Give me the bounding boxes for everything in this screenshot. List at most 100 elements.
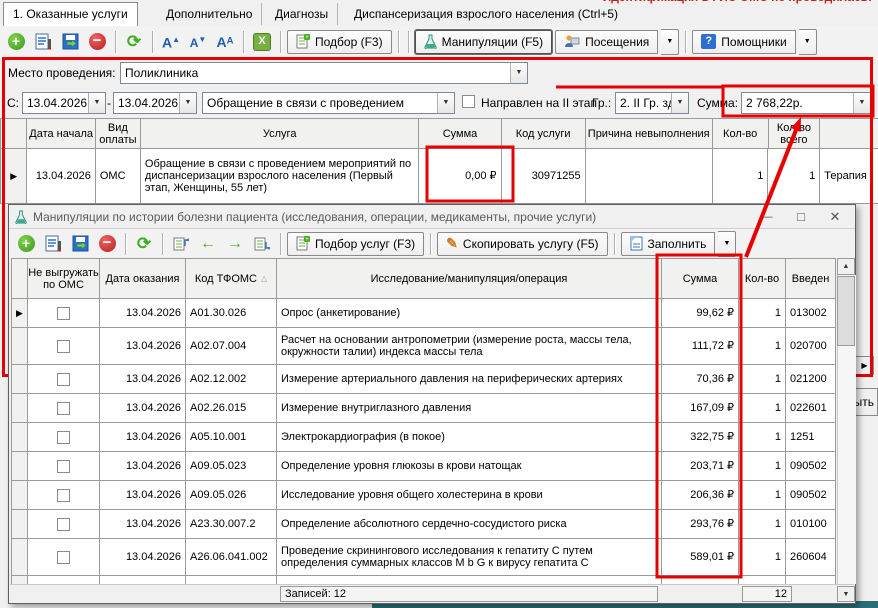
font-decrease-icon[interactable]: A▼	[186, 30, 210, 54]
no-export-cell[interactable]	[28, 423, 100, 452]
move-first-icon[interactable]	[169, 232, 193, 256]
no-export-checkbox[interactable]	[57, 431, 70, 444]
col-header-name[interactable]: Исследование/манипуляция/операция	[277, 259, 662, 299]
hscroll-right-button[interactable]: ▶	[855, 356, 874, 375]
col-header-service[interactable]: Услуга	[141, 119, 420, 149]
no-export-cell[interactable]	[28, 299, 100, 328]
minimize-button[interactable]: —	[753, 207, 781, 226]
no-export-cell[interactable]	[28, 365, 100, 394]
col-header-payment[interactable]: Вид оплаты	[96, 119, 141, 149]
col-header-entered[interactable]: Введен	[786, 259, 836, 299]
services-table: Дата начала Вид оплаты Услуга Сумма Код …	[0, 118, 878, 204]
col-header-no-export[interactable]: Не выгружать по ОМС	[28, 259, 100, 299]
chevron-down-icon[interactable]: ▼	[671, 93, 688, 113]
move-up-icon[interactable]: ←	[196, 232, 220, 256]
fill-button[interactable]: Заполнить	[621, 232, 716, 256]
fill-dropdown[interactable]: ▼	[718, 231, 736, 257]
no-export-checkbox[interactable]	[57, 551, 70, 564]
table-row[interactable]: 13.04.2026A23.30.007.2Определение абсолю…	[12, 510, 836, 539]
remove-icon[interactable]: −	[95, 232, 119, 256]
no-export-checkbox[interactable]	[57, 402, 70, 415]
col-header-date[interactable]: Дата оказания	[100, 259, 186, 299]
chevron-down-icon[interactable]: ▼	[853, 93, 870, 113]
date-from-combo[interactable]: 13.04.2026 ▼	[22, 92, 106, 114]
vscroll-thumb[interactable]	[837, 276, 855, 346]
table-row[interactable]: ▶13.04.2026A01.30.026Опрос (анкетировани…	[12, 299, 836, 328]
font-reset-icon[interactable]: Aᴬ	[213, 30, 237, 54]
save-icon[interactable]	[58, 30, 82, 54]
col-header-department[interactable]	[820, 119, 878, 149]
no-export-checkbox[interactable]	[57, 460, 70, 473]
chevron-down-icon[interactable]: ▼	[88, 93, 105, 113]
table-row[interactable]: 13.04.2026A26.06.041.002Проведение скрин…	[12, 539, 836, 576]
vscroll-up-button[interactable]: ▲	[837, 258, 855, 275]
no-export-cell[interactable]	[28, 452, 100, 481]
visits-button[interactable]: Посещения	[555, 30, 658, 54]
tab-services[interactable]: 1. Оказанные услуги	[3, 2, 138, 27]
copy-service-button[interactable]: ✎ Скопировать услугу (F5)	[437, 232, 607, 256]
no-export-checkbox[interactable]	[57, 307, 70, 320]
col-header-code[interactable]: Код ТФОМС△	[186, 259, 277, 299]
manipulations-button[interactable]: Манипуляции (F5)	[415, 30, 552, 54]
font-increase-icon[interactable]: A▲	[159, 30, 183, 54]
col-header-sum[interactable]: Сумма	[419, 119, 501, 149]
referred-checkbox[interactable]	[462, 95, 475, 108]
dialog-status-bar: Записей: 12 12 ▼	[10, 584, 854, 603]
no-export-cell[interactable]	[28, 394, 100, 423]
table-row[interactable]: 13.04.2026A02.07.004Расчет на основании …	[12, 328, 836, 365]
helpers-button[interactable]: ? Помощники	[692, 30, 795, 54]
col-header-sum[interactable]: Сумма	[662, 259, 739, 299]
no-export-checkbox[interactable]	[57, 340, 70, 353]
close-button[interactable]: ✕	[821, 207, 849, 226]
table-row[interactable]: 13.04.2026A09.05.023Определение уровня г…	[12, 452, 836, 481]
edit-record-icon[interactable]	[31, 30, 55, 54]
no-export-cell[interactable]	[28, 481, 100, 510]
no-export-cell[interactable]	[28, 539, 100, 576]
table-row[interactable]: ▶ 13.04.2026 ОМС Обращение в связи с про…	[1, 149, 878, 204]
chevron-down-icon[interactable]: ▼	[179, 93, 196, 113]
visits-dropdown[interactable]: ▼	[661, 29, 679, 55]
sum-combo[interactable]: 2 768,22р. ▼	[741, 92, 871, 114]
col-header-code[interactable]: Код услуги	[502, 119, 586, 149]
reason-combo[interactable]: Обращение в связи с проведением ▼	[202, 92, 455, 114]
col-header-qty[interactable]: Кол-во	[739, 259, 786, 299]
col-header-date[interactable]: Дата начала	[27, 119, 95, 149]
col-header-qty[interactable]: Кол-во	[713, 119, 769, 149]
refresh-icon[interactable]: ⟳	[132, 232, 156, 256]
dialog-title-bar[interactable]: Манипуляции по истории болезни пациента …	[9, 205, 855, 229]
move-down-icon[interactable]: →	[223, 232, 247, 256]
podbor-button[interactable]: + Подбор (F3)	[287, 30, 392, 54]
place-combo[interactable]: Поликлиника ▼	[120, 62, 528, 84]
no-export-cell[interactable]	[28, 510, 100, 539]
table-row[interactable]: 13.04.2026A09.05.026Исследование уровня …	[12, 481, 836, 510]
no-export-checkbox[interactable]	[57, 373, 70, 386]
remove-icon[interactable]: −	[85, 30, 109, 54]
col-header-reason[interactable]: Причина невыполнения	[586, 119, 713, 149]
row-selector: ▶	[12, 299, 28, 328]
refresh-icon[interactable]: ⟳	[122, 30, 146, 54]
no-export-checkbox[interactable]	[57, 489, 70, 502]
podbor-uslug-button[interactable]: + Подбор услуг (F3)	[287, 232, 424, 256]
tab-additional[interactable]: Дополнительно	[157, 3, 262, 25]
chevron-down-icon[interactable]: ▼	[510, 63, 527, 83]
no-export-checkbox[interactable]	[57, 518, 70, 531]
tab-diagnoses[interactable]: Диагнозы	[266, 3, 338, 25]
move-last-icon[interactable]	[250, 232, 274, 256]
chevron-down-icon[interactable]: ▼	[437, 93, 454, 113]
table-row[interactable]: 13.04.2026A02.12.002Измерение артериальн…	[12, 365, 836, 394]
maximize-button[interactable]: □	[787, 207, 815, 226]
group-combo[interactable]: 2. II Гр. зд. ▼	[615, 92, 689, 114]
save-icon[interactable]	[68, 232, 92, 256]
table-row[interactable]: 13.04.2026A02.26.015Измерение внутриглаз…	[12, 394, 836, 423]
col-header-qty-total[interactable]: Кол-во всего	[769, 119, 821, 149]
helpers-dropdown[interactable]: ▼	[799, 29, 817, 55]
vscroll-down-button[interactable]: ▼	[837, 586, 855, 602]
add-icon[interactable]: +	[14, 232, 38, 256]
no-export-cell[interactable]	[28, 328, 100, 365]
excel-export-icon[interactable]: X	[250, 30, 274, 54]
date-to-combo[interactable]: 13.04.2026 ▼	[113, 92, 197, 114]
add-icon[interactable]: +	[4, 30, 28, 54]
tab-dispensary[interactable]: Диспансеризация взрослого населения (Ctr…	[345, 3, 627, 25]
edit-record-icon[interactable]	[41, 232, 65, 256]
table-row[interactable]: 13.04.2026A05.10.001Электрокардиография …	[12, 423, 836, 452]
